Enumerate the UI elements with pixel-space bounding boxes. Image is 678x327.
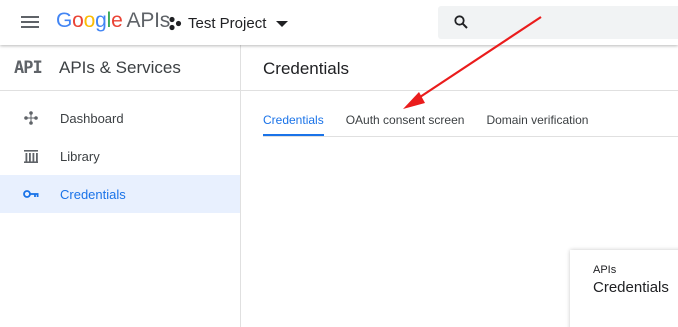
- logo-apis-text: APIs: [126, 9, 171, 32]
- dashboard-icon: [20, 109, 42, 127]
- tab-domain-verification[interactable]: Domain verification: [486, 113, 588, 137]
- project-icon: [169, 16, 182, 30]
- hamburger-menu-icon[interactable]: [12, 10, 48, 34]
- sidebar-item-label: Library: [60, 148, 100, 164]
- project-name: Test Project: [188, 14, 267, 32]
- search-icon: [454, 15, 468, 29]
- sidebar: API APIs & Services Dashboard Library Cr…: [0, 45, 241, 327]
- page-title: Credentials: [263, 59, 349, 78]
- card-subtitle: APIs: [593, 264, 617, 276]
- search-bar[interactable]: [438, 6, 678, 39]
- sidebar-header: API APIs & Services: [0, 45, 240, 91]
- tab-oauth-consent-screen[interactable]: OAuth consent screen: [346, 113, 465, 137]
- header-divider: [241, 90, 678, 91]
- card-title: Credentials: [593, 279, 669, 296]
- top-app-bar: Google APIs Test Project: [0, 0, 678, 45]
- sidebar-item-library[interactable]: Library: [0, 137, 240, 175]
- tab-credentials[interactable]: Credentials: [263, 113, 324, 137]
- project-selector[interactable]: Test Project: [169, 12, 289, 34]
- sidebar-item-label: Credentials: [60, 186, 126, 202]
- tabs-divider: [263, 136, 678, 137]
- api-badge-icon: API: [14, 57, 43, 78]
- sidebar-title: APIs & Services: [59, 57, 181, 77]
- sidebar-item-credentials[interactable]: Credentials: [0, 175, 240, 213]
- sidebar-nav: Dashboard Library Credentials: [0, 91, 240, 213]
- search-input[interactable]: [480, 10, 670, 35]
- tab-bar: Credentials OAuth consent screen Domain …: [263, 113, 610, 137]
- sidebar-item-dashboard[interactable]: Dashboard: [0, 99, 240, 137]
- key-icon: [20, 185, 42, 203]
- library-icon: [20, 147, 42, 165]
- sidebar-item-label: Dashboard: [60, 110, 124, 126]
- credentials-card: APIs Credentials: [570, 250, 678, 327]
- chevron-down-icon: [276, 21, 289, 27]
- google-apis-logo[interactable]: Google APIs: [56, 9, 170, 33]
- main-content: Credentials Credentials OAuth consent sc…: [241, 45, 678, 327]
